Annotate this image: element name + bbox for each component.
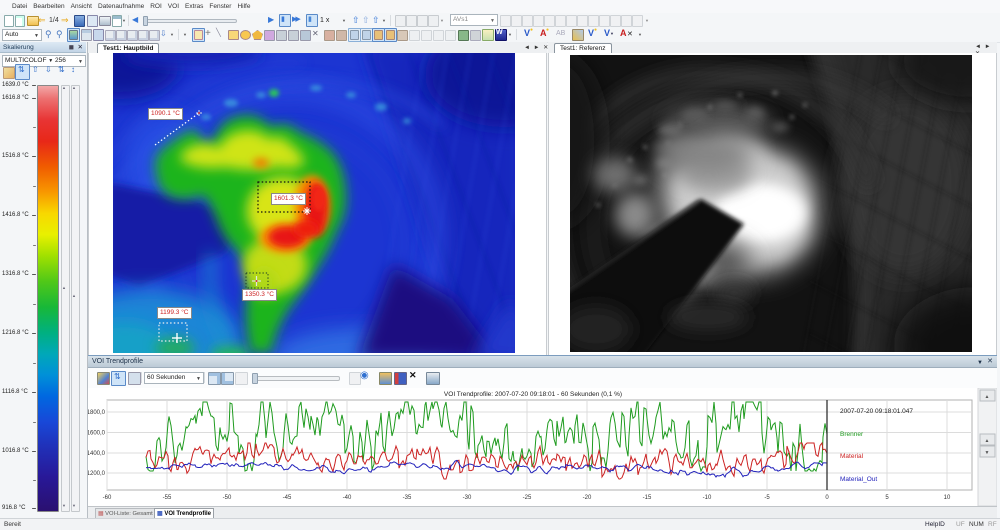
svg-text:1800,0: 1800,0 xyxy=(88,410,106,416)
svg-text:-35: -35 xyxy=(403,495,412,501)
svg-text:-45: -45 xyxy=(283,495,292,501)
svg-text:VOI Trendprofile: 2007-07-20 0: VOI Trendprofile: 2007-07-20 09:18:01 - … xyxy=(444,391,622,398)
svg-text:Material_Out: Material_Out xyxy=(840,476,877,483)
svg-text:-15: -15 xyxy=(643,495,652,501)
svg-text:1200,0: 1200,0 xyxy=(88,471,106,477)
svg-text:-10: -10 xyxy=(703,495,712,501)
svg-text:Brenner: Brenner xyxy=(840,431,864,438)
svg-text:10: 10 xyxy=(944,495,951,501)
svg-text:Material: Material xyxy=(840,453,864,460)
svg-text:2007-07-20 09:18:01.047: 2007-07-20 09:18:01.047 xyxy=(840,408,913,415)
svg-text:-50: -50 xyxy=(223,495,232,501)
svg-text:-55: -55 xyxy=(163,495,172,501)
svg-text:1400,0: 1400,0 xyxy=(88,451,106,457)
svg-text:-60: -60 xyxy=(103,495,112,501)
svg-text:1600,0: 1600,0 xyxy=(88,431,106,437)
svg-text:-5: -5 xyxy=(764,495,770,501)
svg-text:▲: ▲ xyxy=(985,438,990,444)
svg-text:-20: -20 xyxy=(583,495,592,501)
svg-text:-25: -25 xyxy=(523,495,532,501)
svg-text:-30: -30 xyxy=(463,495,472,501)
svg-text:▼: ▼ xyxy=(985,450,990,456)
svg-text:▲: ▲ xyxy=(985,394,990,400)
svg-text:-40: -40 xyxy=(343,495,352,501)
